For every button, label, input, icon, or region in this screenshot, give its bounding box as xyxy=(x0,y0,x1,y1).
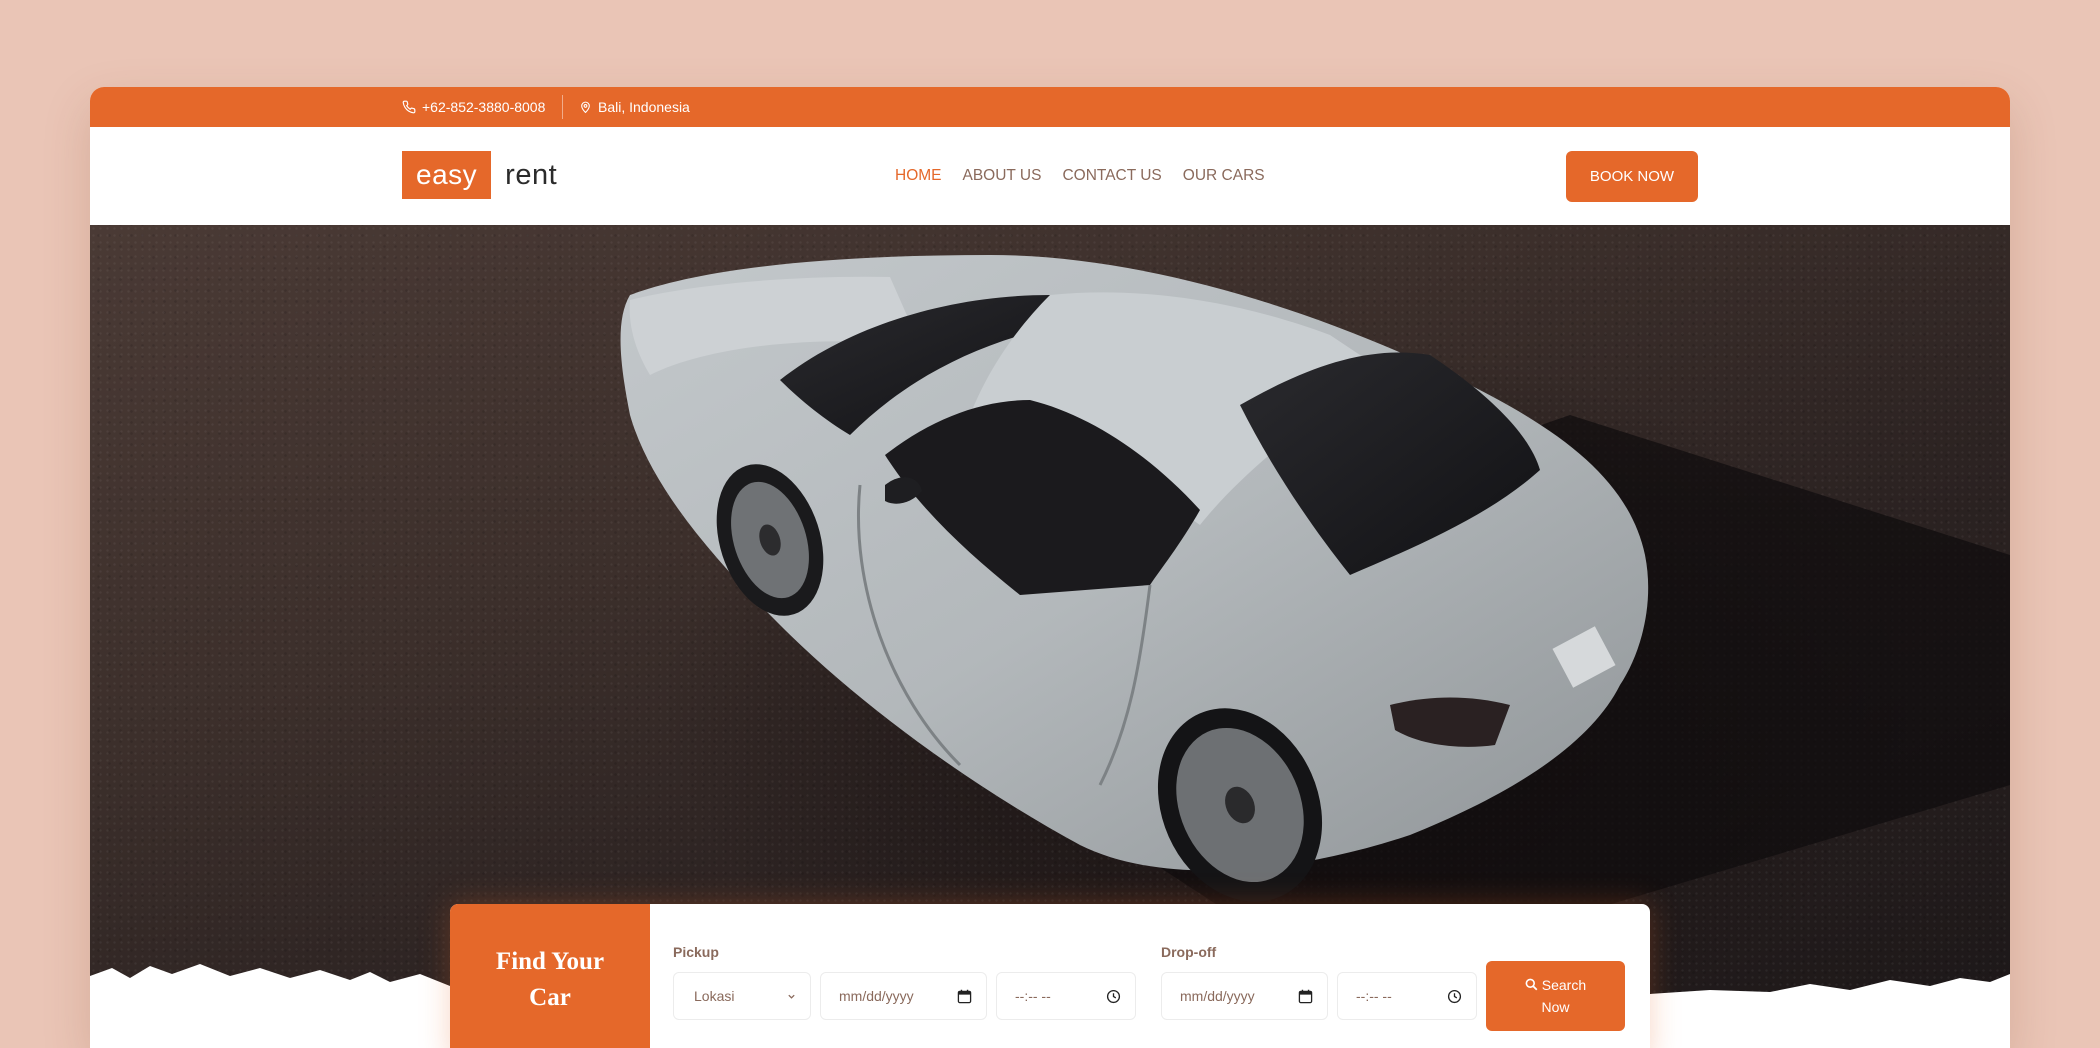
search-now-button[interactable]: Search Now xyxy=(1486,961,1625,1031)
pickup-time-input[interactable]: --:-- -- xyxy=(996,972,1136,1020)
search-icon xyxy=(1525,976,1538,997)
dropoff-date-input[interactable]: mm/dd/yyyy xyxy=(1161,972,1328,1020)
logo-badge: easy xyxy=(402,151,492,199)
nav-contact-us[interactable]: CONTACT US xyxy=(1062,167,1161,185)
location-text: Bali, Indonesia xyxy=(598,99,690,115)
browser-frame: +62-852-3880-8008 Bali, Indonesia easy r… xyxy=(90,87,2010,1048)
contact-phone[interactable]: +62-852-3880-8008 xyxy=(402,87,545,127)
pickup-time-placeholder: --:-- -- xyxy=(1015,988,1051,1004)
topbar-divider xyxy=(562,95,563,119)
search-button-label-line1: Search xyxy=(1541,976,1587,993)
search-button-label-line2: Now xyxy=(1541,998,1570,1015)
clock-icon xyxy=(1106,989,1121,1004)
chevron-down-icon xyxy=(787,992,796,1001)
pickup-location-value: Lokasi xyxy=(694,988,735,1004)
phone-icon xyxy=(402,100,416,114)
calendar-icon xyxy=(1298,989,1313,1004)
phone-number: +62-852-3880-8008 xyxy=(422,99,546,115)
pickup-date-placeholder: mm/dd/yyyy xyxy=(839,988,914,1004)
top-info-bar: +62-852-3880-8008 Bali, Indonesia xyxy=(90,87,2010,127)
calendar-icon xyxy=(957,989,972,1004)
find-car-panel: Find Your Car Pickup Drop-off Lokasi mm/… xyxy=(450,904,1650,1048)
map-pin-icon xyxy=(579,100,592,114)
dropoff-time-input[interactable]: --:-- -- xyxy=(1337,972,1477,1020)
find-car-title: Find Your Car xyxy=(450,904,650,1048)
clock-icon xyxy=(1447,989,1462,1004)
pickup-location-select[interactable]: Lokasi xyxy=(673,972,811,1020)
pickup-label: Pickup xyxy=(673,944,719,960)
nav-home[interactable]: HOME xyxy=(895,167,942,185)
main-navbar: easy rent HOME ABOUT US CONTACT US OUR C… xyxy=(90,127,2010,225)
contact-location[interactable]: Bali, Indonesia xyxy=(579,87,690,127)
pickup-date-input[interactable]: mm/dd/yyyy xyxy=(820,972,987,1020)
nav-about-us[interactable]: ABOUT US xyxy=(963,167,1042,185)
dropoff-date-placeholder: mm/dd/yyyy xyxy=(1180,988,1255,1004)
logo-text: rent xyxy=(505,158,558,191)
nav-menu: HOME ABOUT US CONTACT US OUR CARS xyxy=(895,127,1265,225)
find-car-title-line1: Find Your xyxy=(495,948,605,975)
book-now-button[interactable]: BOOK NOW xyxy=(1566,151,1698,202)
dropoff-time-placeholder: --:-- -- xyxy=(1356,988,1392,1004)
brand-logo[interactable]: easy rent xyxy=(402,151,557,199)
dropoff-label: Drop-off xyxy=(1161,944,1217,960)
find-car-title-line2: Car xyxy=(529,984,571,1011)
nav-our-cars[interactable]: OUR CARS xyxy=(1183,167,1265,185)
